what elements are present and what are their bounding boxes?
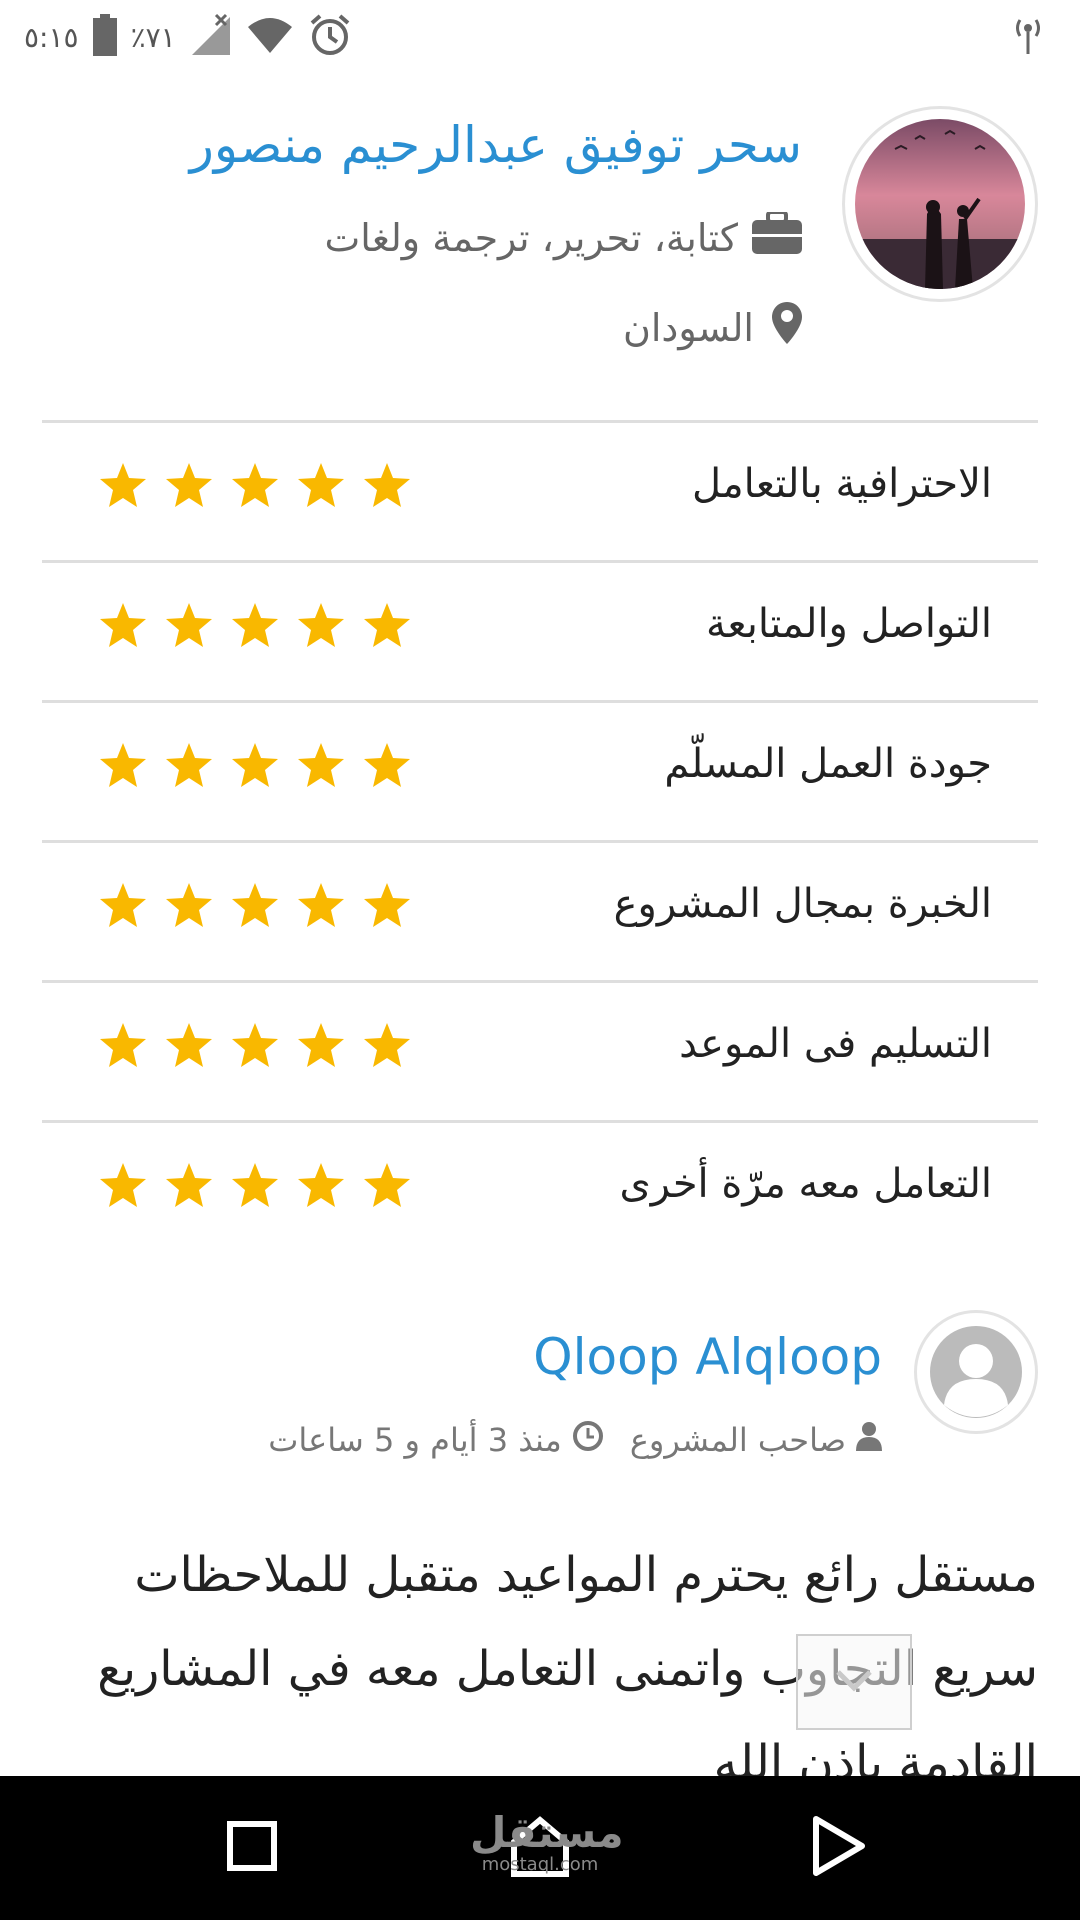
star-icon: [164, 1021, 214, 1075]
reviewer-meta: صاحب المشروع منذ 3 أيام و 5 ساعات: [268, 1420, 882, 1460]
rating-label: جودة العمل المسلّم: [664, 741, 992, 787]
freelancer-profile: سحر توفيق عبدالرحيم منصور كتابة، تحرير، …: [0, 96, 1080, 396]
rating-row: الخبرة بمجال المشروع: [42, 840, 1038, 980]
briefcase-icon: [752, 210, 802, 263]
mostaql-watermark: مستقل mostaql.com: [470, 1808, 624, 1875]
clock: ٥:١٥: [24, 20, 79, 54]
star-icon: [362, 601, 412, 655]
reviewer-role-text: صاحب المشروع: [629, 1421, 846, 1459]
star-icon: [296, 1161, 346, 1215]
watermark-english: mostaql.com: [481, 1854, 599, 1875]
rating-row: التعامل معه مرّة أخرى: [42, 1120, 1038, 1260]
review-comment-line: مستقل رائع يحترم المواعيد متقبل للملاحظا…: [134, 1547, 1038, 1603]
star-icon: [362, 461, 412, 515]
star-icon: [98, 461, 148, 515]
rating-row: التواصل والمتابعة: [42, 560, 1038, 700]
freelancer-specialty: كتابة، تحرير، ترجمة ولغات: [324, 210, 802, 263]
clock-icon: [572, 1420, 604, 1460]
hotspot-icon: [1012, 14, 1044, 58]
rating-stars: [98, 601, 412, 655]
rating-label: الاحترافية بالتعامل: [691, 461, 992, 507]
star-icon: [362, 881, 412, 935]
star-icon: [164, 741, 214, 795]
star-icon: [362, 1021, 412, 1075]
rating-label: الخبرة بمجال المشروع: [613, 881, 992, 927]
freelancer-location: السودان: [623, 302, 802, 353]
rating-stars: [98, 461, 412, 515]
watermark-arabic: مستقل: [470, 1808, 624, 1857]
chevron-down-icon: [834, 1668, 874, 1696]
star-icon: [230, 881, 280, 935]
back-button[interactable]: [748, 1776, 928, 1920]
star-icon: [230, 741, 280, 795]
rating-row: جودة العمل المسلّم: [42, 700, 1038, 840]
rating-row: الاحترافية بالتعامل: [42, 420, 1038, 560]
star-icon: [296, 461, 346, 515]
rating-stars: [98, 881, 412, 935]
star-icon: [230, 1161, 280, 1215]
signal-off-icon: [190, 13, 232, 61]
reviewer-avatar[interactable]: [914, 1310, 1038, 1434]
star-icon: [164, 601, 214, 655]
user-icon: [856, 1421, 882, 1459]
review-time: منذ 3 أيام و 5 ساعات: [268, 1420, 604, 1460]
star-icon: [98, 741, 148, 795]
star-icon: [98, 1161, 148, 1215]
rating-stars: [98, 741, 412, 795]
wifi-icon: [246, 15, 294, 59]
battery-percent: ٪٧١: [130, 20, 176, 54]
star-icon: [98, 1021, 148, 1075]
star-icon: [230, 461, 280, 515]
location-text: السودان: [622, 305, 754, 350]
reviewer-name[interactable]: Qloop Alqloop: [533, 1328, 882, 1386]
rating-label: التواصل والمتابعة: [706, 601, 992, 647]
star-icon: [98, 881, 148, 935]
rating-label: التسليم فى الموعد: [679, 1021, 992, 1067]
freelancer-name[interactable]: سحر توفيق عبدالرحيم منصور: [190, 116, 802, 174]
alarm-icon: [308, 13, 352, 61]
freelancer-avatar[interactable]: [842, 106, 1038, 302]
star-icon: [296, 1021, 346, 1075]
star-icon: [296, 741, 346, 795]
rating-stars: [98, 1161, 412, 1215]
star-icon: [164, 1161, 214, 1215]
star-icon: [164, 461, 214, 515]
scroll-down-button[interactable]: [796, 1634, 912, 1730]
star-icon: [98, 601, 148, 655]
rating-stars: [98, 1021, 412, 1075]
status-bar: ٥:١٥ ٪٧١: [0, 0, 1080, 72]
square-icon: [227, 1821, 277, 1875]
rating-row: التسليم فى الموعد: [42, 980, 1038, 1120]
ratings-list: الاحترافية بالتعامل التواصل والمتابعة جودة…: [42, 420, 1038, 1260]
specialty-text: كتابة، تحرير، ترجمة ولغات: [324, 215, 738, 260]
star-icon: [230, 601, 280, 655]
review-header: Qloop Alqloop صاحب المشروع منذ 3 أيام و …: [0, 1310, 1080, 1470]
battery-icon: [92, 14, 117, 60]
star-icon: [362, 1161, 412, 1215]
review-time-text: منذ 3 أيام و 5 ساعات: [268, 1421, 562, 1459]
star-icon: [296, 881, 346, 935]
status-bar-left: ٥:١٥ ٪٧١: [24, 12, 352, 62]
play-back-icon: [810, 1815, 866, 1881]
star-icon: [362, 741, 412, 795]
map-marker-icon: [772, 302, 802, 353]
star-icon: [164, 881, 214, 935]
reviewer-role: صاحب المشروع: [630, 1421, 882, 1459]
star-icon: [230, 1021, 280, 1075]
star-icon: [296, 601, 346, 655]
rating-label: التعامل معه مرّة أخرى: [619, 1161, 992, 1207]
recents-button[interactable]: [162, 1776, 342, 1920]
